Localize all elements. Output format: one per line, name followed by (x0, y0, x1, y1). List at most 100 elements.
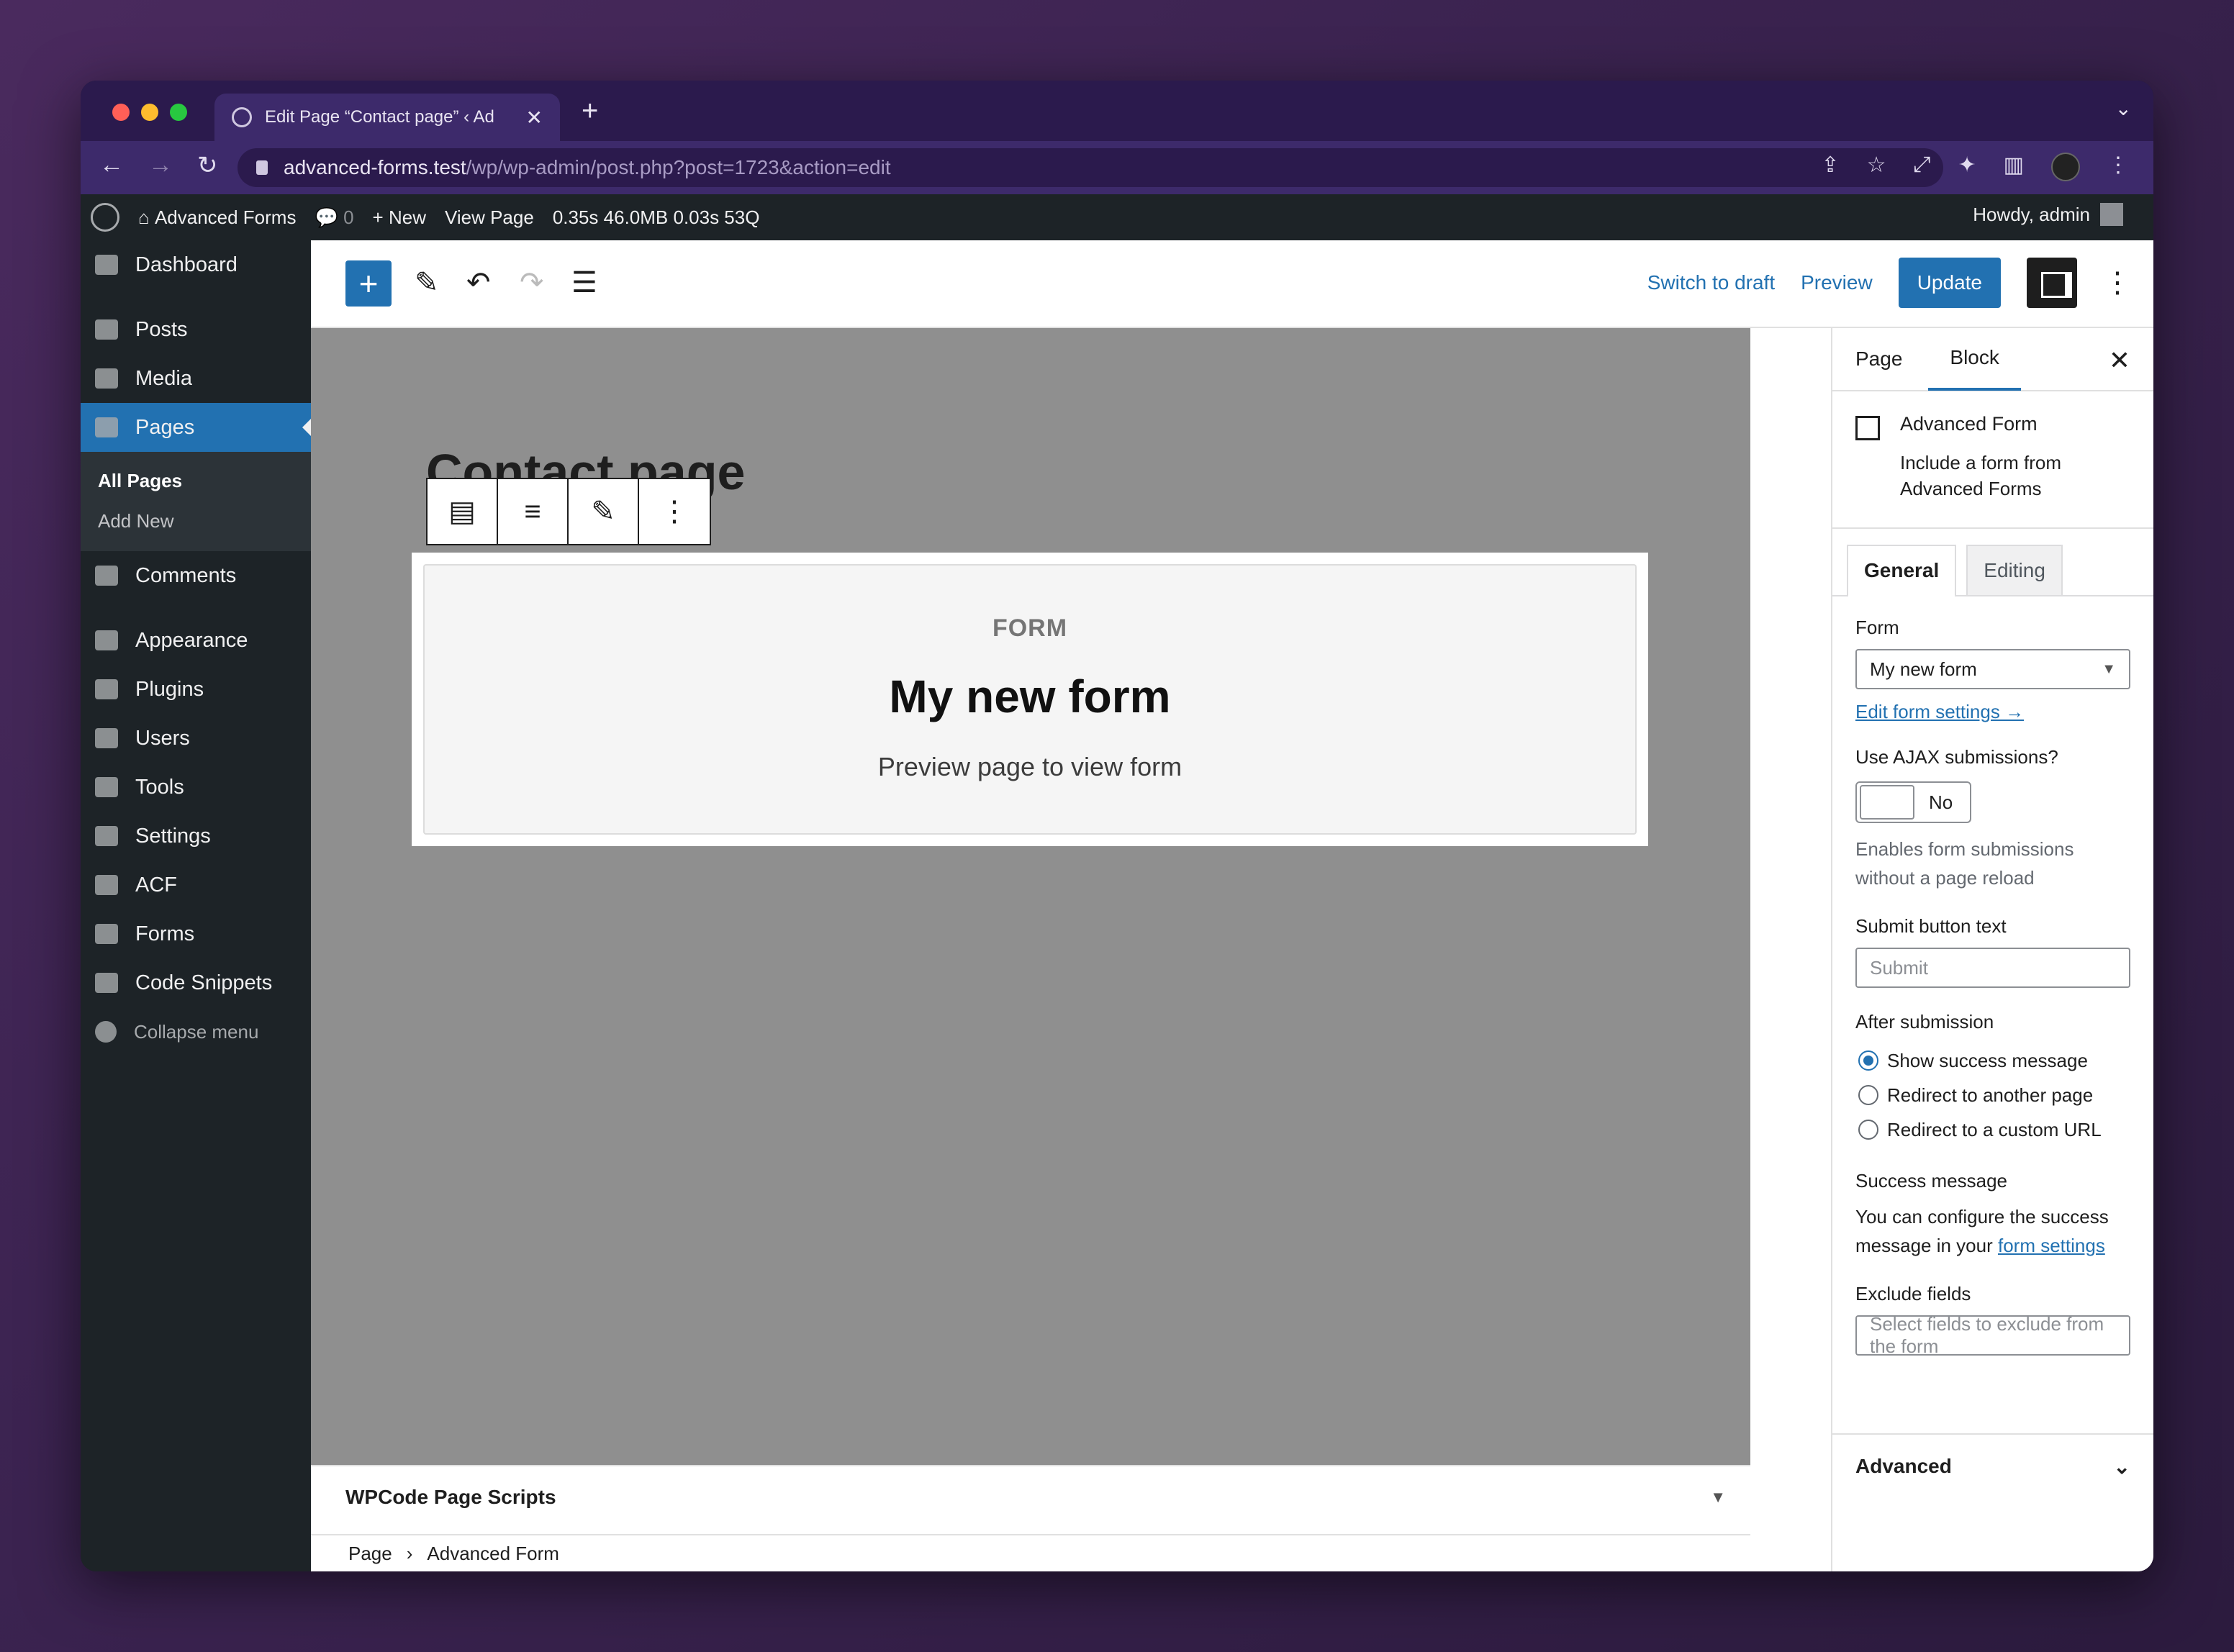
url-field[interactable]: advanced-forms.test/wp/wp-admin/post.php… (238, 148, 1943, 187)
chevron-down-icon[interactable]: ⌄ (2115, 96, 2132, 120)
share-icon[interactable]: ⇪ (1821, 153, 1839, 181)
options-icon[interactable]: ⋮ (2103, 266, 2132, 299)
breadcrumb-block[interactable]: Advanced Form (427, 1543, 559, 1565)
ajax-toggle[interactable]: No (1855, 781, 1972, 823)
address-bar: ← → ↻ advanced-forms.test/wp/wp-admin/po… (81, 141, 2153, 194)
comment-icon (95, 566, 118, 586)
form-select[interactable]: My new form ▼ (1855, 649, 2130, 689)
align-icon[interactable]: ≡ (498, 479, 569, 544)
after-submission-label: After submission (1855, 1011, 1994, 1032)
sidebar-item-label: Forms (135, 922, 195, 945)
sidebar-item-users[interactable]: Users (81, 714, 311, 763)
exclude-fields-input[interactable]: Select fields to exclude from the form (1855, 1313, 2130, 1357)
radio-show-success[interactable]: Show success message (1855, 1043, 2130, 1078)
form-settings-link[interactable]: form settings (1998, 1235, 2105, 1256)
new-tab-icon[interactable]: + (582, 95, 598, 127)
block-type-icon[interactable]: ▤ (428, 479, 498, 544)
wordpress-logo-icon[interactable] (91, 203, 119, 232)
avatar (2100, 203, 2123, 226)
radio-button[interactable] (1858, 1120, 1878, 1140)
radio-button[interactable] (1858, 1085, 1878, 1105)
sidebar-item-settings[interactable]: Settings (81, 812, 311, 861)
update-button[interactable]: Update (1898, 258, 2001, 308)
sidebar-item-dashboard[interactable]: Dashboard (81, 240, 311, 289)
forward-icon[interactable]: → (148, 151, 173, 180)
close-window-button[interactable] (112, 104, 130, 121)
expand-icon[interactable]: ⤢ (1914, 153, 1931, 181)
lock-icon (256, 160, 268, 175)
add-block-button[interactable]: + (345, 260, 392, 307)
browser-tab[interactable]: Edit Page “Contact page” ‹ Ad ✕ (214, 94, 560, 141)
view-page-link[interactable]: View Page (445, 206, 534, 229)
site-link[interactable]: ⌂ Advanced Forms (138, 206, 296, 229)
sidebar-item-pages[interactable]: Pages (81, 403, 311, 452)
back-icon[interactable]: ← (99, 151, 124, 180)
zoom-window-button[interactable] (170, 104, 187, 121)
sidebar-item-label: Code Snippets (135, 971, 273, 994)
advanced-form-block[interactable]: FORM My new form Preview page to view fo… (412, 553, 1648, 846)
tab-block[interactable]: Block (1928, 327, 2021, 391)
preview-button[interactable]: Preview (1801, 271, 1873, 294)
list-view-icon[interactable]: ☰ (571, 266, 597, 299)
sidebar-item-plugins[interactable]: Plugins (81, 665, 311, 714)
globe-icon (232, 107, 252, 127)
sidebar-item-forms[interactable]: Forms (81, 909, 311, 958)
sidebar-item-acf[interactable]: ACF (81, 861, 311, 909)
profile-avatar[interactable] (2051, 153, 2080, 181)
collapse-menu-button[interactable]: Collapse menu (81, 1007, 311, 1056)
caret-down-icon[interactable]: ▼ (1710, 1488, 1726, 1507)
sidebar-item-comments[interactable]: Comments (81, 551, 311, 600)
tab-general[interactable]: General (1847, 545, 1957, 596)
tab-editing[interactable]: Editing (1966, 545, 2063, 595)
account-menu[interactable]: Howdy, admin (1973, 203, 2123, 226)
wpcode-metabox[interactable]: WPCode Page Scripts ▼ (311, 1465, 1750, 1528)
edit-form-settings-link[interactable]: Edit form settings → (1855, 701, 2024, 722)
advanced-panel-toggle[interactable]: Advanced ⌄ (1832, 1433, 2153, 1498)
switch-to-draft-button[interactable]: Switch to draft (1647, 271, 1775, 294)
block-editor: + ✎ ↶ ↷ ☰ Switch to draft Preview Update… (311, 240, 2153, 1571)
ajax-help: Enables form submissions without a page … (1855, 838, 2074, 889)
edit-icon[interactable]: ✎ (569, 479, 639, 544)
submit-text-input[interactable]: Submit (1855, 948, 2130, 988)
comments-link[interactable]: 💬 0 (315, 206, 353, 229)
sidebar-item-label: Comments (135, 563, 237, 587)
minimize-window-button[interactable] (141, 104, 158, 121)
submenu-all-pages[interactable]: All Pages (81, 460, 311, 501)
radio-redirect-page[interactable]: Redirect to another page (1855, 1078, 2130, 1112)
pencil-icon[interactable]: ✎ (415, 266, 439, 299)
reload-icon[interactable]: ↻ (197, 151, 218, 180)
star-icon[interactable]: ☆ (1867, 153, 1886, 181)
radio-redirect-url[interactable]: Redirect to a custom URL (1855, 1112, 2130, 1147)
sidebar-icon[interactable]: ▥ (2004, 153, 2024, 181)
submenu-add-new[interactable]: Add New (81, 501, 311, 541)
settings-panel-toggle[interactable] (2027, 258, 2077, 308)
success-message-label: Success message (1855, 1170, 2007, 1192)
toggle-value: No (1929, 791, 1953, 813)
sidebar-item-posts[interactable]: Posts (81, 305, 311, 354)
undo-icon[interactable]: ↶ (466, 266, 491, 299)
sidebar-item-tools[interactable]: Tools (81, 763, 311, 812)
metabox-title: WPCode Page Scripts (345, 1486, 556, 1508)
breadcrumb-page[interactable]: Page (348, 1543, 392, 1565)
sidebar-item-label: ACF (135, 873, 177, 897)
redo-icon[interactable]: ↷ (520, 266, 544, 299)
plug-icon (95, 679, 118, 699)
sidebar-item-appearance[interactable]: Appearance (81, 616, 311, 665)
block-options-icon[interactable]: ⋮ (639, 479, 710, 544)
tab-bar: Edit Page “Contact page” ‹ Ad ✕ + ⌄ (81, 81, 2153, 141)
sidebar-item-code-snippets[interactable]: Code Snippets (81, 958, 311, 1007)
sidebar-item-media[interactable]: Media (81, 354, 311, 403)
sidebar-item-label: Plugins (135, 677, 204, 701)
breadcrumb: Page › Advanced Form (311, 1534, 1750, 1571)
tab-page[interactable]: Page (1855, 327, 1902, 391)
code-icon (95, 973, 118, 993)
new-link[interactable]: + New (373, 206, 426, 229)
site-name: Advanced Forms (154, 206, 297, 228)
close-tab-icon[interactable]: ✕ (526, 106, 543, 130)
more-icon[interactable]: ⋮ (2107, 153, 2129, 181)
extensions-icon[interactable]: ✦ (1958, 153, 1976, 181)
close-icon[interactable]: ✕ (2109, 345, 2130, 376)
radio-label: Redirect to another page (1887, 1084, 2094, 1106)
query-stats[interactable]: 0.35s 46.0MB 0.03s 53Q (553, 206, 760, 229)
radio-button[interactable] (1858, 1050, 1878, 1071)
